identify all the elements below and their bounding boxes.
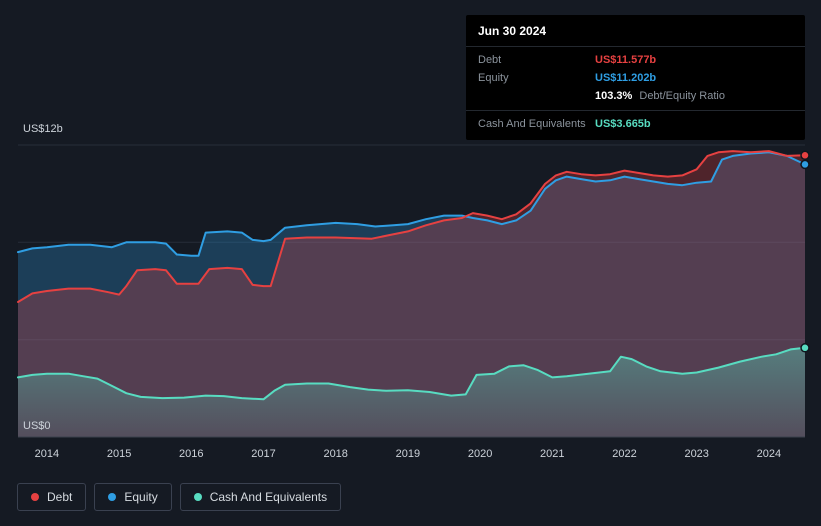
tooltip-ratio-value: 103.3% — [595, 90, 633, 102]
tooltip-row-cash: Cash And Equivalents US$3.665b — [466, 110, 805, 138]
tooltip-equity-value: US$11.202b — [595, 72, 657, 84]
x-tick-label: 2020 — [467, 448, 493, 460]
x-tick-label: 2015 — [106, 448, 132, 460]
y-axis-label-bottom: US$0 — [23, 420, 51, 432]
x-tick-label: 2018 — [323, 448, 348, 460]
chart-tooltip: Jun 30 2024 Debt US$11.577b Equity US$11… — [466, 15, 805, 140]
tooltip-row-debt: Debt US$11.577b — [466, 47, 805, 69]
x-tick-label: 2022 — [612, 448, 637, 460]
legend-cash-label: Cash And Equivalents — [209, 490, 328, 504]
tooltip-row-equity: Equity US$11.202b — [466, 69, 805, 87]
tooltip-cash-value: US$3.665b — [595, 118, 651, 130]
chart-legend: Debt Equity Cash And Equivalents — [17, 483, 342, 511]
tooltip-ratio-caption: Debt/Equity Ratio — [639, 90, 725, 102]
x-tick-label: 2014 — [34, 448, 60, 460]
x-tick-label: 2017 — [251, 448, 276, 460]
tooltip-date: Jun 30 2024 — [466, 15, 805, 47]
y-axis-label-top: US$12b — [23, 123, 63, 135]
x-tick-label: 2016 — [179, 448, 204, 460]
tooltip-equity-label: Equity — [478, 72, 509, 84]
legend-equity-label: Equity — [124, 490, 158, 504]
tooltip-row-ratio: 103.3% Debt/Equity Ratio — [466, 87, 805, 105]
debt-equity-chart: US$12b US$0 2014 2015 2016 2017 2018 2019 2020… — [0, 0, 821, 526]
x-tick-label: 2024 — [756, 448, 782, 460]
x-tick-label: 2021 — [540, 448, 565, 460]
cash-legend-dot-icon — [193, 493, 202, 501]
legend-item-debt[interactable]: Debt — [17, 483, 87, 511]
legend-item-equity[interactable]: Equity — [94, 483, 172, 511]
x-tick-label: 2019 — [395, 448, 421, 460]
legend-item-cash[interactable]: Cash And Equivalents — [179, 483, 342, 511]
x-tick-label: 2023 — [684, 448, 709, 460]
tooltip-cash-label: Cash And Equivalents — [478, 118, 586, 130]
tooltip-debt-value: US$11.577b — [595, 54, 657, 66]
x-axis: 2014 2015 2016 2017 2018 2019 2020 2021 2022 2023… — [0, 448, 821, 464]
legend-debt-label: Debt — [47, 490, 73, 504]
equity-legend-dot-icon — [108, 493, 117, 501]
tooltip-debt-label: Debt — [478, 54, 502, 66]
debt-legend-dot-icon — [31, 493, 39, 501]
